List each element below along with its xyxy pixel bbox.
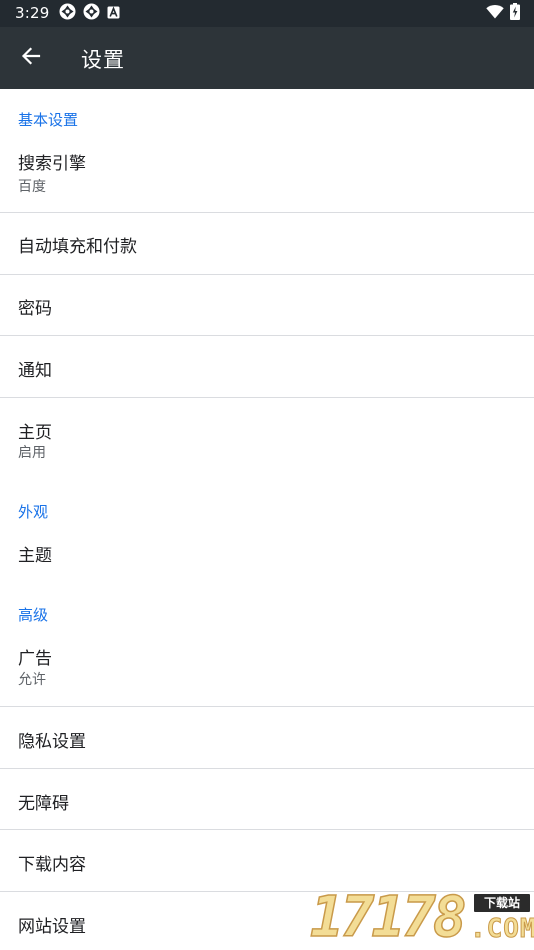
item-title: 密码 [18,299,52,319]
settings-item-accessibility[interactable]: 无障碍 [0,769,534,829]
app-notification-icon [59,3,76,24]
arrow-back-icon [21,46,41,70]
item-title: 隐私设置 [18,732,86,752]
section-header-advanced: 高级 [18,606,49,624]
back-button[interactable] [12,39,50,77]
settings-item-theme[interactable]: 主题 [0,528,534,580]
item-title: 主页 [18,423,52,443]
watermark-badge: 下载站 [472,892,532,914]
status-bar: 3:29 [0,0,534,27]
item-title: 广告 [18,649,52,669]
item-subtitle: 百度 [18,179,46,195]
accessibility-a-icon [107,4,120,23]
section-header-basic: 基本设置 [18,111,79,129]
item-title: 主题 [18,546,52,566]
item-subtitle: 允许 [18,672,46,688]
settings-item-autofill[interactable]: 自动填充和付款 [0,213,534,274]
settings-item-ads[interactable]: 广告 允许 [0,632,534,706]
settings-item-privacy[interactable]: 隐私设置 [0,707,534,768]
settings-item-passwords[interactable]: 密码 [0,275,534,335]
item-title: 自动填充和付款 [18,237,137,257]
status-notification-icons [59,3,120,24]
status-system-icons [486,3,520,24]
battery-charging-icon [510,3,520,24]
item-title: 搜索引擎 [18,154,86,174]
app-notification-icon [83,3,100,24]
settings-item-downloads[interactable]: 下载内容 [0,830,534,891]
watermark-suffix: .COM [470,914,534,944]
section-header-appearance: 外观 [18,503,49,521]
item-title: 通知 [18,361,52,381]
status-time: 3:29 [15,4,50,22]
settings-item-search-engine[interactable]: 搜索引擎 百度 [0,138,534,212]
item-title: 下载内容 [18,855,86,875]
page-title: 设置 [81,48,125,72]
item-title: 网站设置 [18,917,86,937]
item-title: 无障碍 [18,794,69,814]
wifi-icon [486,4,504,23]
watermark-digits: 17178 [309,885,467,950]
app-bar: 设置 [0,27,534,89]
watermark-logo: 17178 下载站 .COM [309,885,534,950]
settings-item-notifications[interactable]: 通知 [0,336,534,397]
item-subtitle: 启用 [18,445,46,461]
settings-item-homepage[interactable]: 主页 启用 [0,398,534,474]
